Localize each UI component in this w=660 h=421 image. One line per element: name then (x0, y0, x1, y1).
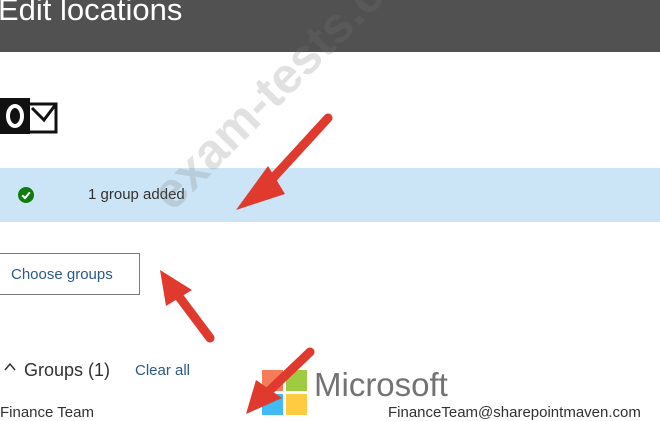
arrow-to-choose-groups (160, 270, 215, 343)
groups-section-header[interactable]: Groups (1) (24, 360, 110, 381)
status-message: 1 group added (88, 186, 185, 203)
header-bar: Edit locations (0, 0, 660, 52)
chevron-up-icon[interactable] (4, 362, 16, 372)
group-email: FinanceTeam@sharepointmaven.com (388, 404, 641, 421)
clear-all-link[interactable]: Clear all (135, 362, 190, 379)
microsoft-logo-icon (262, 370, 307, 415)
outlook-icon (0, 98, 58, 134)
group-name: Finance Team (0, 404, 94, 421)
check-circle-icon (18, 187, 34, 203)
page-title: Edit locations (0, 0, 183, 27)
microsoft-brand-text: Microsoft (314, 366, 448, 403)
choose-groups-button[interactable]: Choose groups (0, 253, 140, 295)
